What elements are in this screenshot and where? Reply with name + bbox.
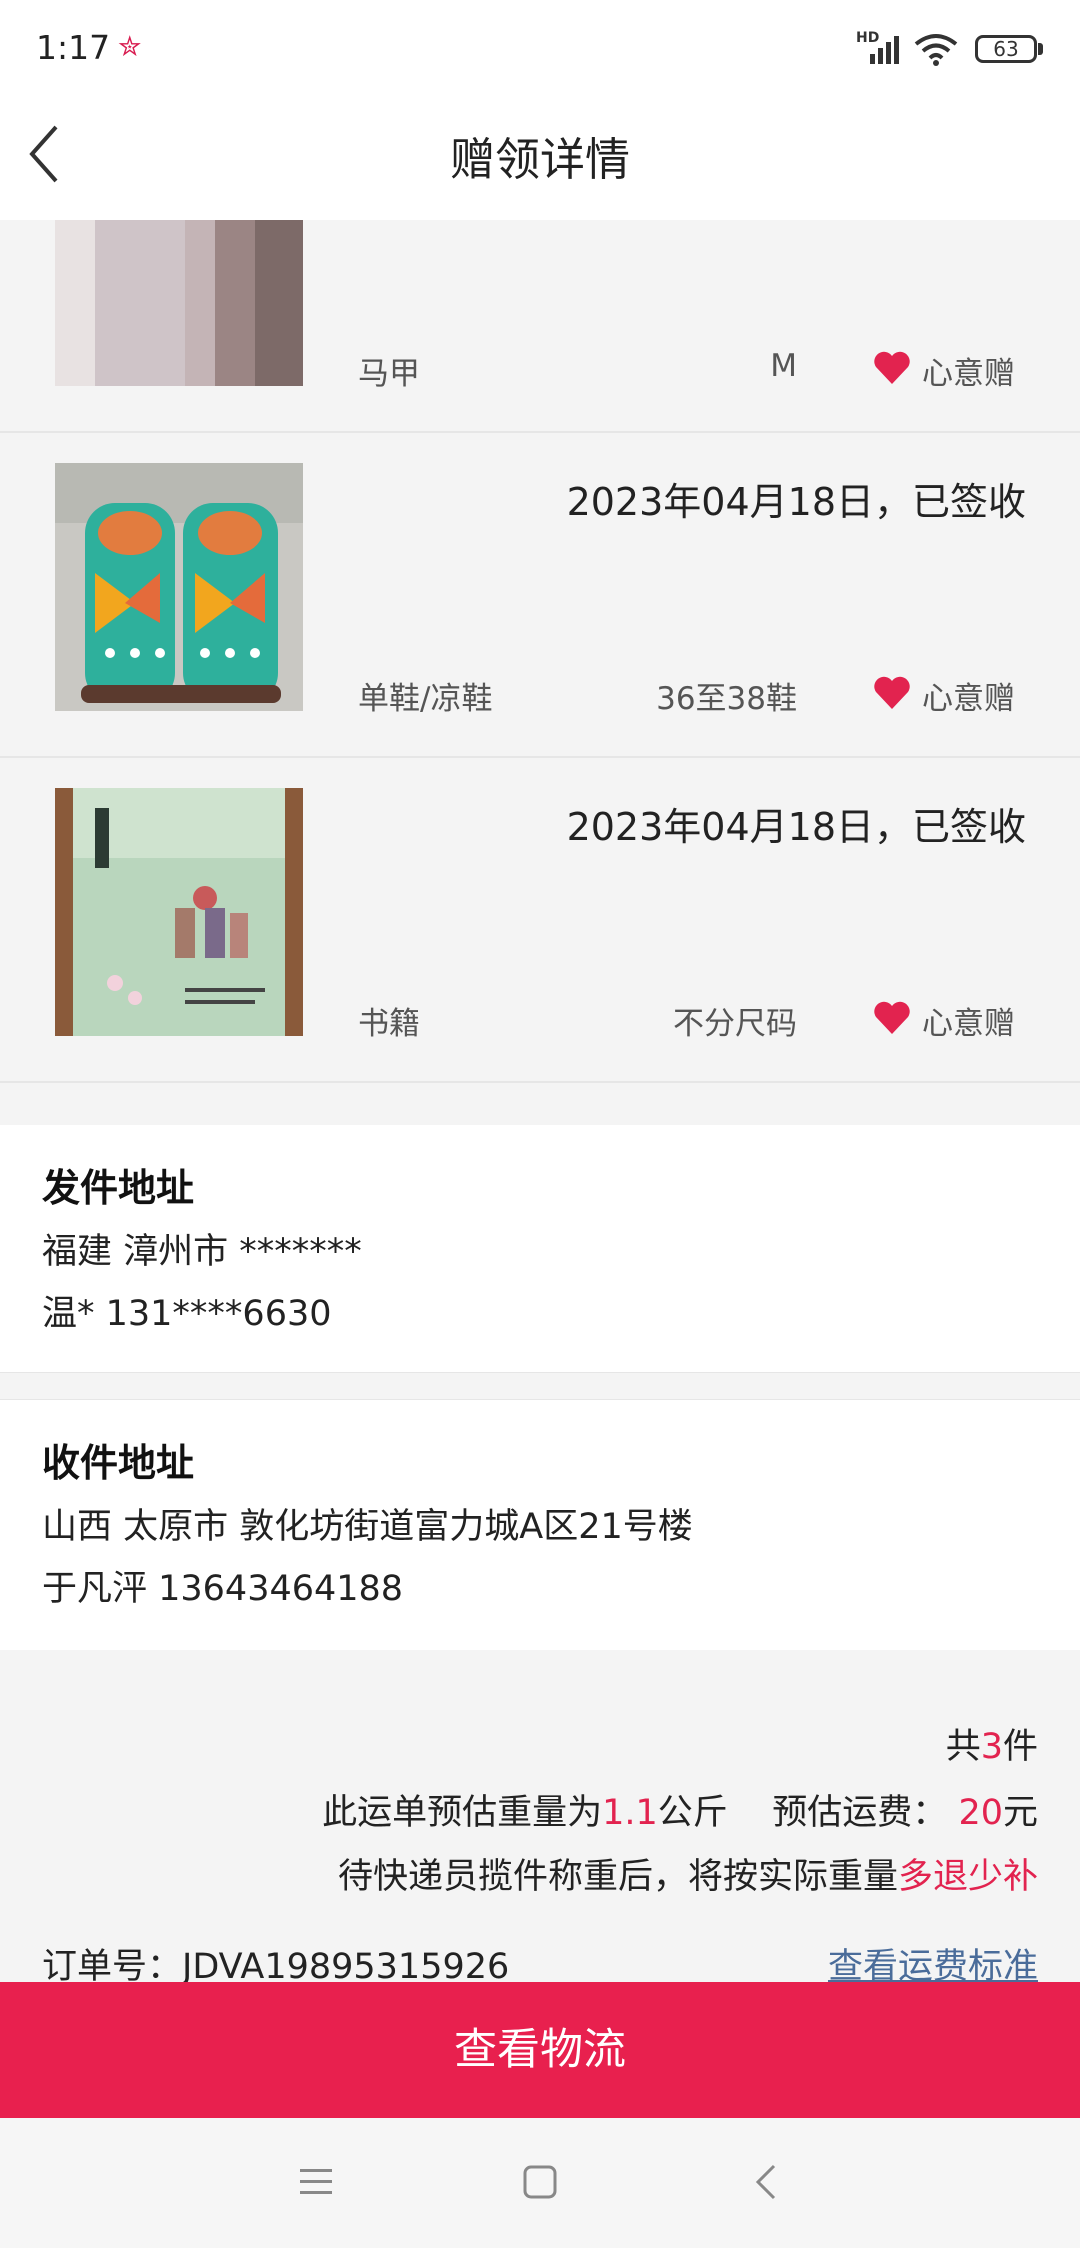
- weight-fee-line: 此运单预估重量为1.1公斤 预估运费： 20元: [322, 1793, 1038, 1833]
- menu-icon[interactable]: [298, 2166, 334, 2198]
- signal-icon: [870, 36, 899, 64]
- item-date: 2023年04月18日，已签收: [566, 480, 1026, 524]
- system-navigation-bar: [0, 2118, 1080, 2248]
- status-time: 1:17: [36, 28, 111, 67]
- item-category: 书籍: [358, 1006, 420, 1042]
- sender-heading: 发件地址: [42, 1166, 195, 1210]
- wifi-icon: [914, 34, 958, 66]
- back-icon[interactable]: [752, 2162, 778, 2202]
- item-category: 单鞋/凉鞋: [358, 681, 493, 717]
- heart-icon: [874, 1001, 910, 1034]
- page-title: 赠领详情: [449, 133, 630, 186]
- item-category: 马甲: [358, 356, 420, 392]
- sender-address: 福建 漳州市 *******: [42, 1232, 362, 1272]
- list-item[interactable]: 马甲 M 心意赠: [0, 220, 1080, 433]
- refund-note-highlight: 多退少补: [897, 1857, 1038, 1897]
- receiver-address: 山西 太原市 敦化坊街道富力城A区21号楼: [42, 1507, 693, 1547]
- gift-type-tag: 心意赠: [922, 681, 1015, 717]
- order-number-value: JDVA19895315926: [182, 1947, 510, 1987]
- shipping-summary: 共3件 此运单预估重量为1.1公斤 预估运费： 20元 待快递员揽件称重后，将按…: [0, 1650, 1080, 1982]
- heart-icon: [874, 676, 910, 709]
- item-photo-slippers: [55, 463, 303, 711]
- item-date: 2023年04月18日，已签收: [566, 805, 1026, 849]
- battery-tip: [1038, 43, 1043, 55]
- view-logistics-button[interactable]: 查看物流: [0, 1982, 1080, 2118]
- sender-contact: 温* 131****6630: [42, 1294, 332, 1334]
- heart-icon: [874, 351, 910, 384]
- gift-type-tag: 心意赠: [922, 1006, 1015, 1042]
- gift-item-list: 马甲 M 心意赠 2023年04月18日，已签收 单鞋/凉鞋 36至38鞋 心意…: [0, 220, 1080, 1125]
- item-count-value: 3: [980, 1727, 1003, 1767]
- home-icon[interactable]: [522, 2164, 558, 2200]
- top-nav-bar: 赠领详情: [0, 95, 1080, 220]
- receiver-contact: 于凡泙 13643464188: [42, 1569, 404, 1609]
- status-bar: 1:17 ✮ HD 63: [0, 0, 1080, 95]
- item-count: 共3件: [945, 1727, 1038, 1767]
- weight-note: 待快递员揽件称重后，将按实际重量多退少补: [337, 1857, 1038, 1897]
- section-divider: [0, 1372, 1080, 1400]
- item-size: 36至38鞋: [656, 681, 797, 717]
- fee-value: 20: [958, 1793, 1003, 1833]
- battery-icon: 63: [975, 35, 1037, 63]
- gift-type-tag: 心意赠: [922, 356, 1015, 392]
- list-item[interactable]: 2023年04月18日，已签收 单鞋/凉鞋 36至38鞋 心意赠: [0, 433, 1080, 758]
- item-size: M: [770, 348, 797, 384]
- item-photo-vest: [55, 220, 303, 386]
- receiver-heading: 收件地址: [42, 1441, 195, 1485]
- item-size: 不分尺码: [673, 1006, 797, 1042]
- weight-value: 1.1: [602, 1793, 658, 1833]
- battery-level: 63: [993, 37, 1019, 61]
- item-photo-book: [55, 788, 303, 1036]
- list-item[interactable]: 2023年04月18日，已签收 书籍 不分尺码 心意赠: [0, 758, 1080, 1083]
- notification-star-icon: ✮: [118, 30, 142, 63]
- sender-address-section: 发件地址 福建 漳州市 ******* 温* 131****6630: [0, 1125, 1080, 1372]
- receiver-address-section: 收件地址 山西 太原市 敦化坊街道富力城A区21号楼 于凡泙 136434641…: [0, 1400, 1080, 1650]
